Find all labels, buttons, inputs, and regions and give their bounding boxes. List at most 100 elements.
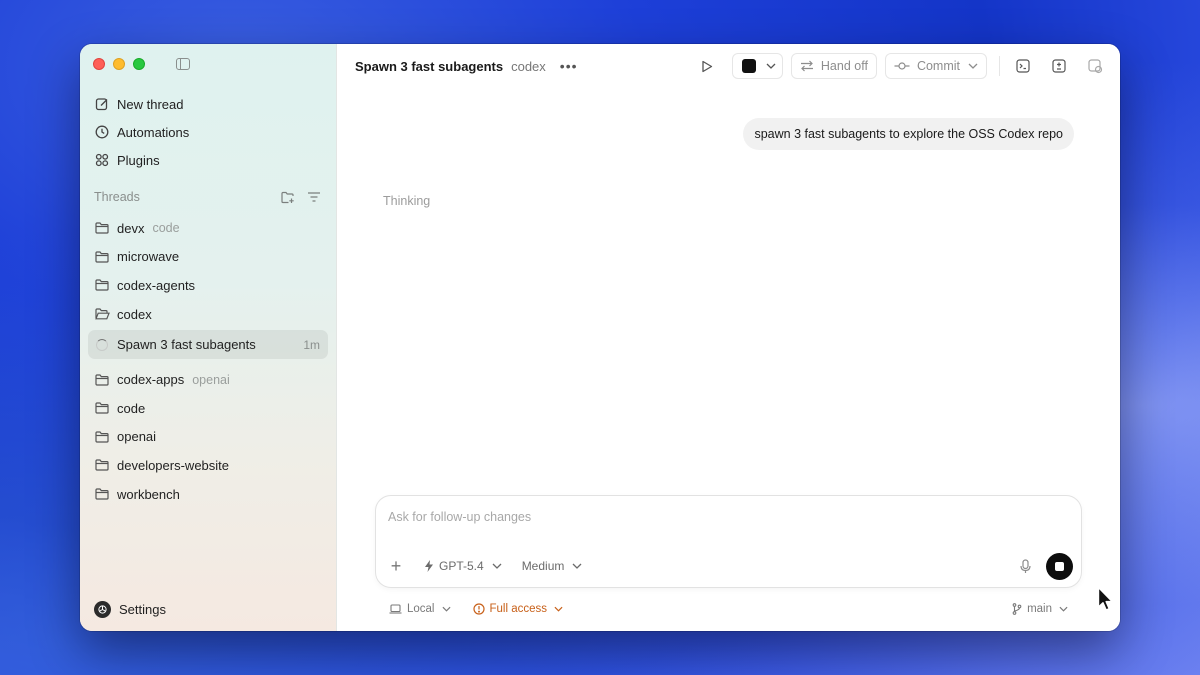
folder-icon — [94, 372, 110, 388]
thread-item-code[interactable]: code — [88, 394, 328, 423]
access-selector[interactable]: Full access — [472, 603, 564, 615]
folder-icon — [94, 486, 110, 502]
thread-label: codex-agents — [117, 277, 196, 293]
chevron-down-icon — [441, 606, 451, 612]
toolbar-actions: Hand off Commit — [694, 53, 1108, 79]
run-icon[interactable] — [694, 53, 720, 79]
thread-item-microwave[interactable]: microwave — [88, 243, 328, 272]
thread-list: devx code microwave codex-agents codex S… — [88, 214, 328, 508]
commit-button[interactable]: Commit — [884, 53, 987, 79]
thread-item-developers-website[interactable]: developers-website — [88, 451, 328, 480]
hand-off-label: Hand off — [820, 59, 868, 73]
edit-icon — [94, 97, 109, 112]
thread-item-active[interactable]: Spawn 3 fast subagents 1m — [88, 330, 328, 360]
folder-icon — [94, 249, 110, 265]
branch-label: main — [1027, 603, 1052, 615]
laptop-icon — [389, 604, 402, 614]
branch-selector[interactable]: main — [1012, 603, 1068, 615]
hand-off-button[interactable]: Hand off — [790, 53, 877, 79]
thread-item-codex-agents[interactable]: codex-agents — [88, 271, 328, 300]
terminal-app-dropdown[interactable] — [731, 53, 783, 79]
commit-label: Commit — [916, 59, 960, 73]
environment-selector[interactable]: Local — [389, 603, 451, 615]
plugins-button[interactable]: Plugins — [88, 146, 328, 174]
thread-label: workbench — [117, 486, 180, 502]
top-bar: Spawn 3 fast subagents codex ••• Hand of… — [337, 44, 1120, 88]
minimize-window-button[interactable] — [113, 58, 125, 70]
thread-label: codex — [117, 306, 152, 322]
automations-label: Automations — [117, 124, 190, 140]
new-thread-label: New thread — [117, 96, 184, 112]
more-options-icon[interactable]: ••• — [560, 58, 578, 74]
chevron-down-icon — [572, 563, 582, 569]
automations-button[interactable]: Automations — [88, 118, 328, 146]
stop-icon — [1055, 561, 1064, 571]
thread-label: code — [117, 400, 146, 416]
folder-icon — [94, 220, 110, 236]
settings-button[interactable]: Settings — [94, 599, 166, 619]
project-name: codex — [511, 58, 546, 74]
terminal-app-icon — [741, 59, 756, 73]
git-branch-icon — [1012, 603, 1022, 615]
composer-input[interactable]: Ask for follow-up changes — [388, 510, 531, 524]
app-window: New thread Automations Plugins Threads d… — [80, 44, 1120, 631]
thread-label: developers-website — [117, 457, 230, 473]
grid-icon — [94, 153, 109, 168]
thread-item-openai[interactable]: openai — [88, 423, 328, 452]
stop-button[interactable] — [1046, 552, 1073, 580]
chevron-down-icon — [492, 563, 502, 569]
reasoning-selector[interactable]: Medium — [522, 559, 583, 573]
swap-arrows-icon — [800, 60, 814, 72]
thread-item-workbench[interactable]: workbench — [88, 480, 328, 509]
composer[interactable]: Ask for follow-up changes + GPT-5.4 Medi… — [375, 495, 1082, 588]
thread-label: Spawn 3 fast subagents — [117, 337, 256, 353]
thread-item-codex-apps[interactable]: codex-apps openai — [88, 365, 328, 394]
window-controls — [93, 58, 145, 70]
thread-label: microwave — [117, 249, 180, 265]
thinking-status: Thinking — [383, 194, 431, 208]
thread-item-codex[interactable]: codex — [88, 300, 328, 329]
diff-panel-icon[interactable] — [1046, 53, 1072, 79]
thread-time: 1m — [303, 337, 320, 352]
zoom-window-button[interactable] — [133, 58, 145, 70]
toolbar-divider — [999, 56, 1000, 76]
add-attachment-icon[interactable]: + — [386, 557, 406, 575]
plugins-label: Plugins — [117, 152, 160, 168]
user-message-bubble: spawn 3 fast subagents to explore the OS… — [743, 118, 1074, 150]
warning-icon — [472, 603, 485, 615]
thread-title: Spawn 3 fast subagents — [355, 58, 504, 74]
sidebar-nav: New thread Automations Plugins — [88, 90, 328, 174]
new-thread-button[interactable]: New thread — [88, 90, 328, 118]
access-label: Full access — [489, 603, 548, 615]
main-panel: Spawn 3 fast subagents codex ••• Hand of… — [337, 44, 1120, 631]
folder-icon — [94, 277, 110, 293]
thread-sublabel: openai — [192, 372, 230, 387]
model-selector[interactable]: GPT-5.4 — [424, 559, 502, 573]
thread-label: devx — [117, 220, 145, 236]
mouse-cursor-icon — [1097, 586, 1115, 617]
folder-icon — [94, 400, 110, 416]
model-label: GPT-5.4 — [439, 559, 484, 573]
reasoning-label: Medium — [521, 559, 565, 573]
new-folder-icon[interactable] — [280, 189, 296, 205]
lightning-icon — [424, 560, 434, 572]
microphone-icon[interactable] — [1016, 557, 1034, 575]
chevron-down-icon — [1059, 606, 1068, 612]
close-window-button[interactable] — [93, 58, 105, 70]
composer-footer: Local Full access main — [389, 600, 1068, 618]
clock-icon — [94, 125, 109, 140]
environment-label: Local — [407, 603, 435, 615]
thread-item-devx[interactable]: devx code — [88, 214, 328, 243]
folder-icon — [94, 429, 110, 445]
terminal-icon[interactable] — [1010, 53, 1036, 79]
threads-header: Threads — [94, 186, 322, 208]
folder-icon — [94, 457, 110, 473]
filter-icon[interactable] — [306, 189, 322, 205]
composer-controls: + GPT-5.4 Medium — [386, 552, 1073, 580]
open-folder-icon — [94, 306, 110, 322]
threads-label: Threads — [94, 190, 140, 204]
browser-panel-icon[interactable] — [1082, 53, 1108, 79]
toggle-sidebar-icon[interactable] — [176, 58, 190, 70]
chevron-down-icon — [554, 606, 563, 612]
settings-label: Settings — [119, 601, 166, 617]
